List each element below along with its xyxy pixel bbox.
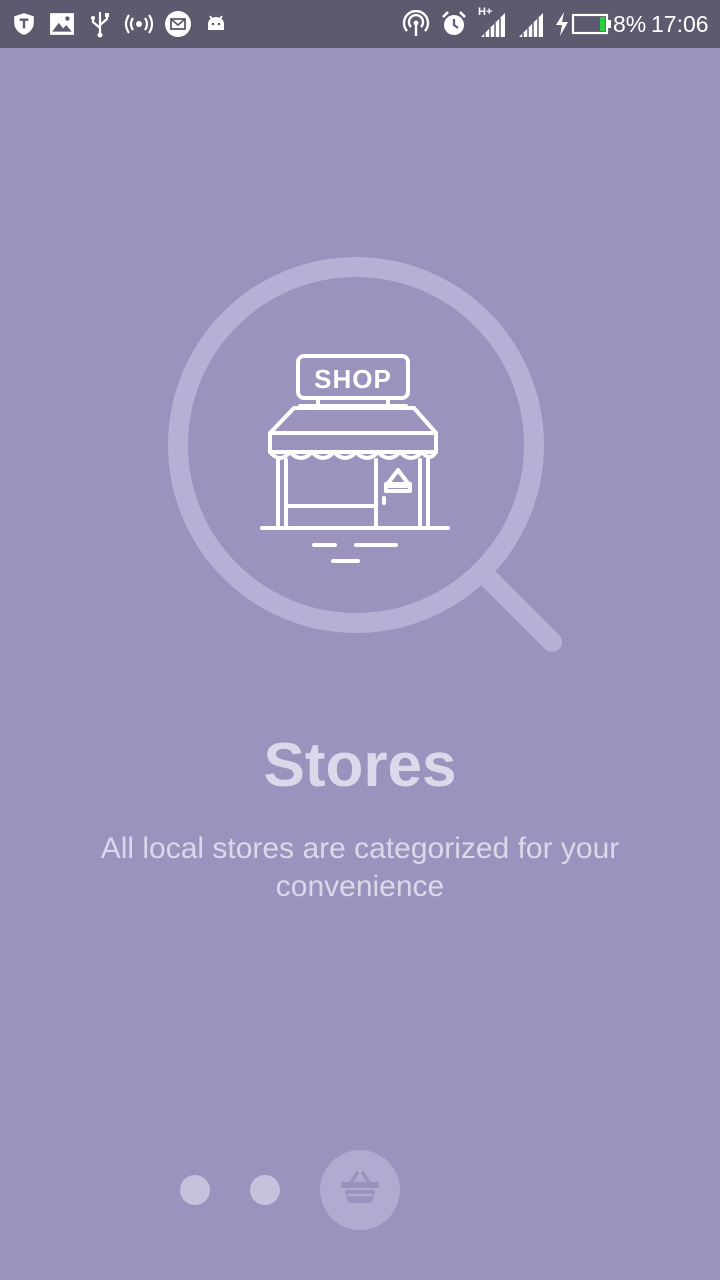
page-title: Stores [263, 731, 457, 800]
page-indicator [0, 1150, 720, 1230]
mail-icon [162, 8, 194, 40]
shop-sign-text: SHOP [314, 364, 392, 394]
page-dot-2[interactable] [250, 1175, 280, 1205]
usb-icon [84, 8, 116, 40]
page-dot-1[interactable] [180, 1175, 210, 1205]
alarm-icon [438, 8, 470, 40]
status-time: 17:06 [651, 11, 709, 37]
basket-icon [339, 1170, 381, 1210]
stores-illustration: SHOP [160, 250, 580, 670]
battery-percent: 8% [613, 11, 647, 37]
page-dot-3-active[interactable] [320, 1150, 400, 1230]
signal-icon: H+ [476, 6, 510, 40]
battery-icon [570, 8, 614, 40]
network-type-label: H+ [478, 6, 493, 18]
wifi-icon [400, 8, 432, 40]
signal-icon [514, 8, 548, 40]
page-description: All local stores are categorized for you… [100, 832, 620, 903]
hotspot-icon [122, 8, 156, 40]
status-bar: H+ 8% 17:06 [0, 0, 720, 48]
charging-icon [552, 8, 572, 40]
android-icon [200, 8, 232, 40]
shield-icon [8, 8, 40, 40]
magnifier-icon [168, 257, 562, 652]
image-icon [46, 8, 78, 40]
